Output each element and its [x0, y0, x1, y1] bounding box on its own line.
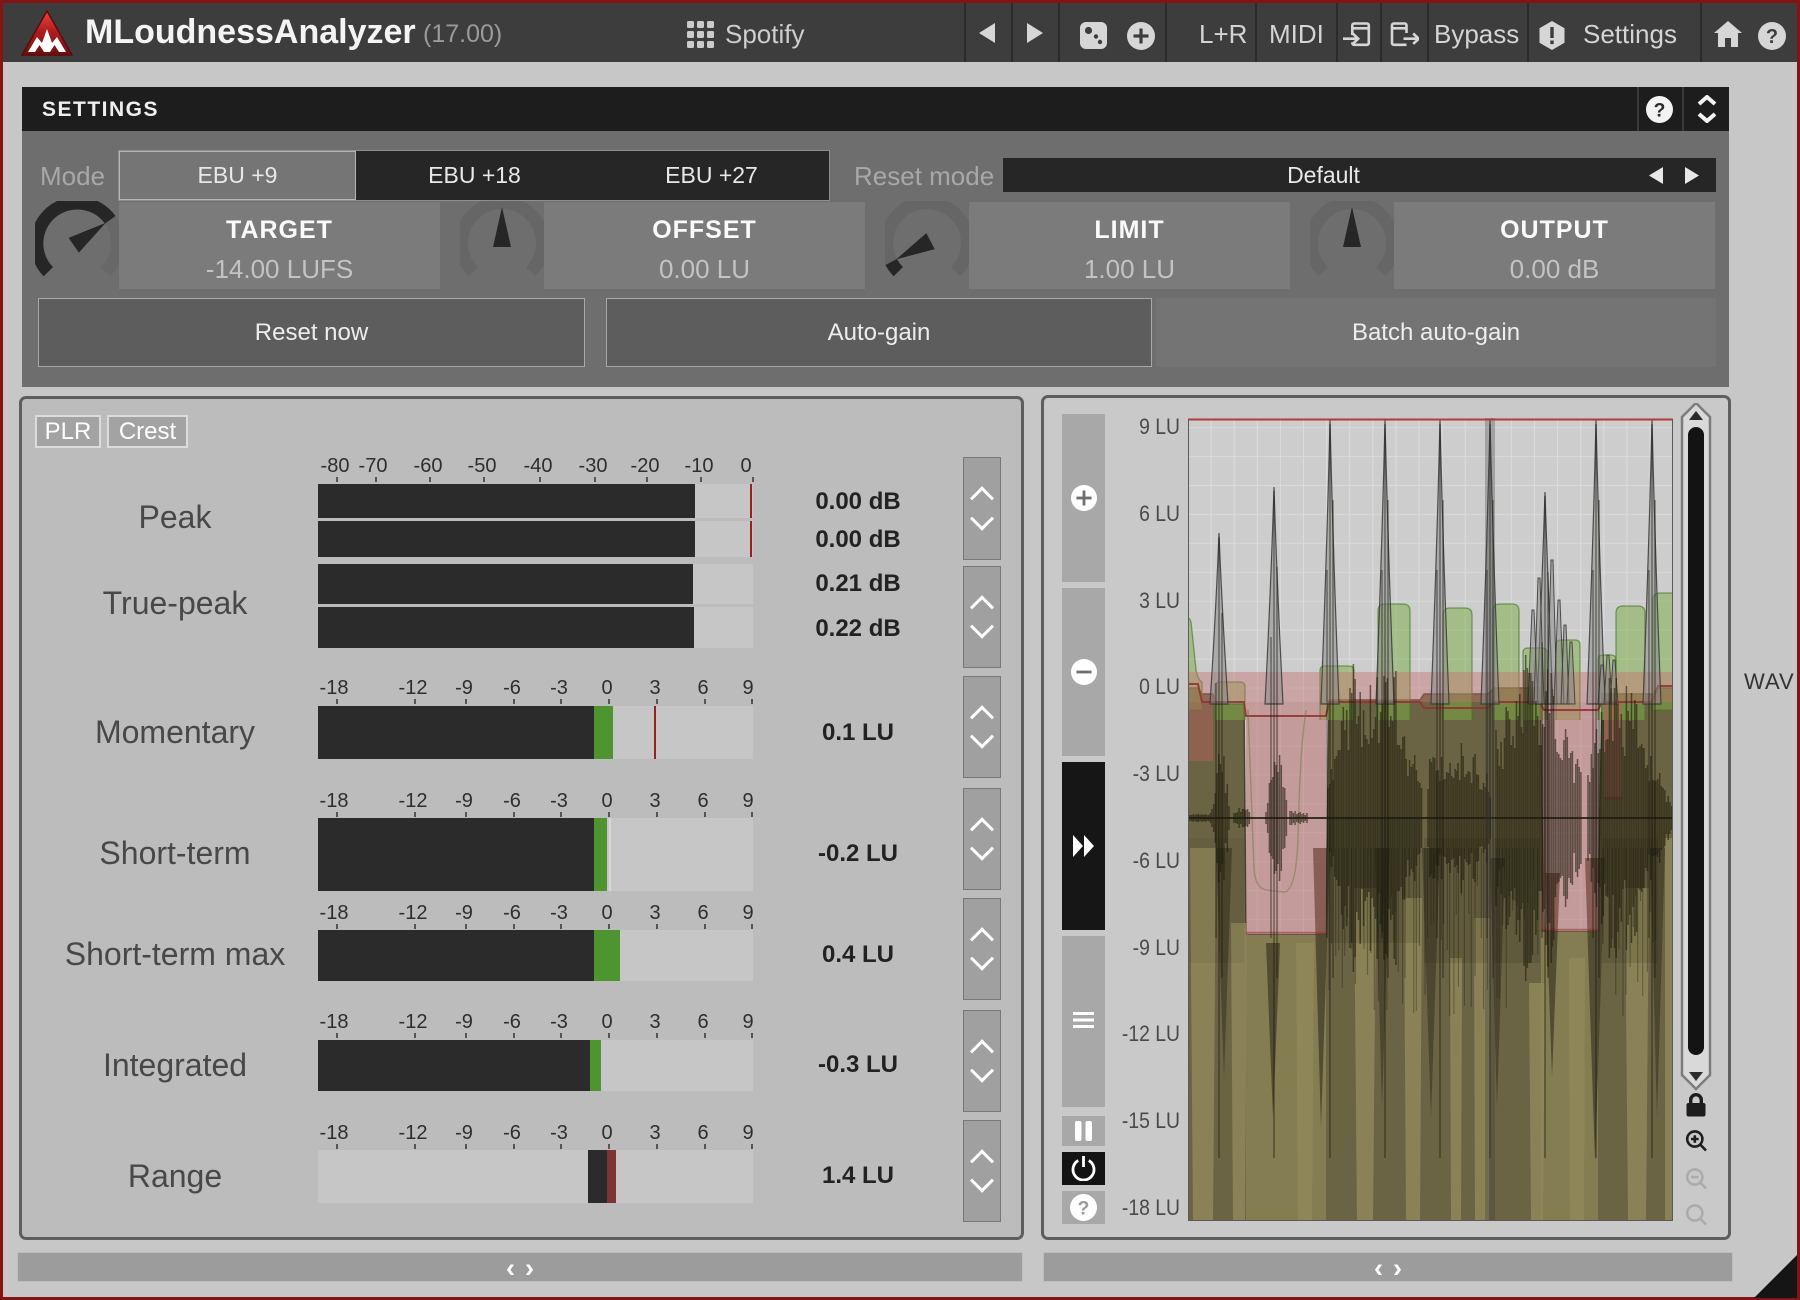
svg-text:?: ?	[1654, 100, 1666, 121]
